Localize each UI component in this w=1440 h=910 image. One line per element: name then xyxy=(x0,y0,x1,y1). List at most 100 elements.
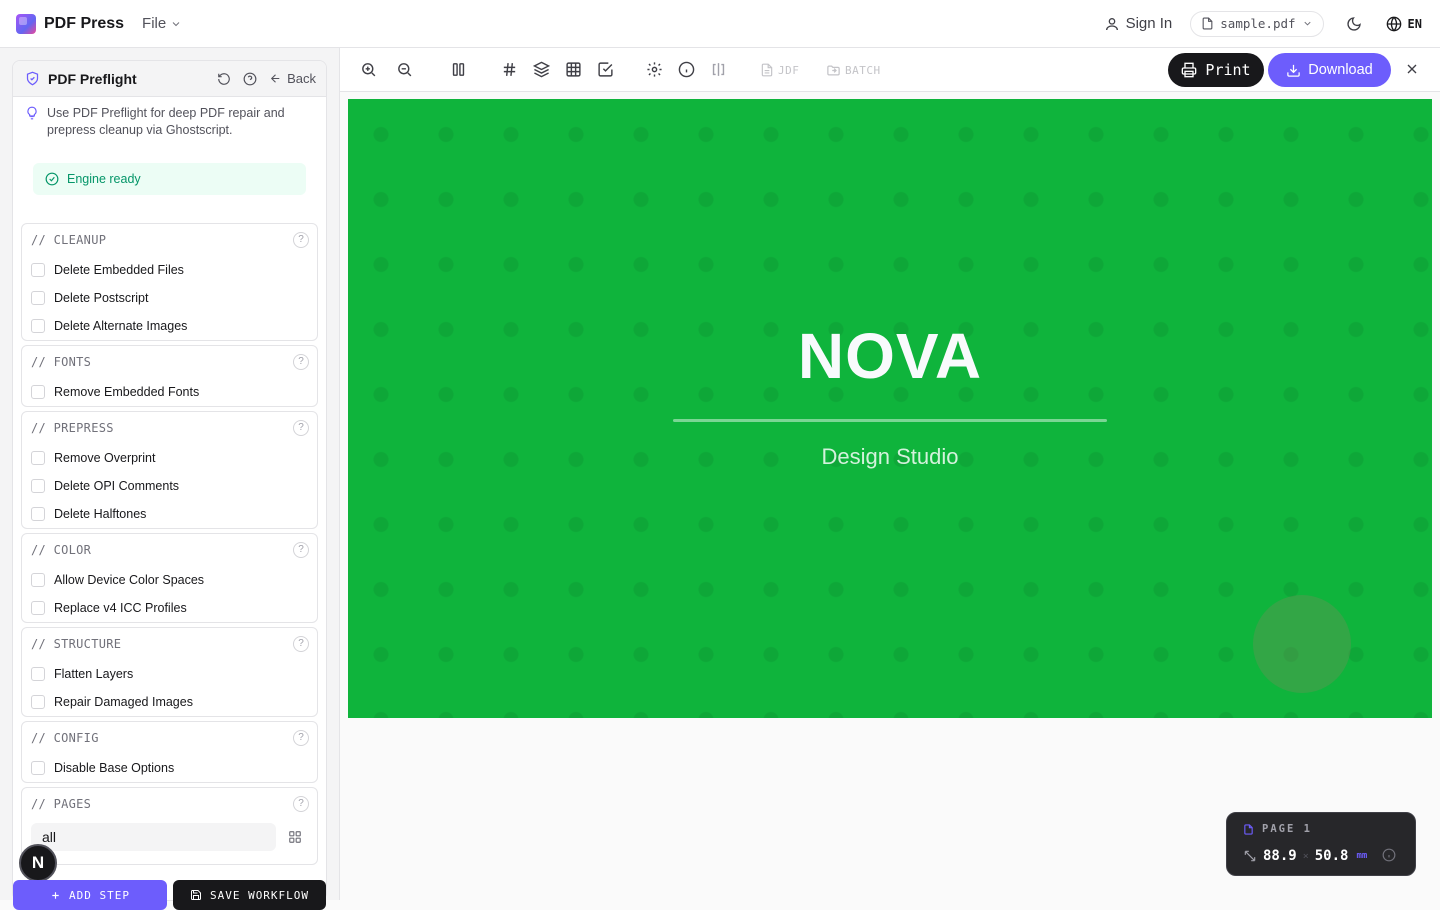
checkbox[interactable] xyxy=(31,667,45,681)
sign-in-label: Sign In xyxy=(1125,15,1173,32)
option-label: Allow Device Color Spaces xyxy=(54,573,205,587)
save-icon xyxy=(190,889,202,901)
help-icon[interactable] xyxy=(243,72,257,86)
checkbox[interactable] xyxy=(31,319,45,333)
document-toolbar: JDF BATCH Print Download xyxy=(340,48,1440,92)
option-label: Delete Alternate Images xyxy=(54,319,188,333)
file-selector[interactable]: sample.pdf xyxy=(1190,10,1324,37)
jdf-button[interactable]: JDF xyxy=(760,63,799,77)
app-header: PDF Press File Sign In sample.pdf EN xyxy=(0,0,1440,48)
panel-title: PDF Preflight xyxy=(48,70,137,87)
option-repair-damaged-images[interactable]: Repair Damaged Images xyxy=(22,688,317,716)
checkbox-check-icon[interactable] xyxy=(597,61,615,79)
brand[interactable]: PDF Press xyxy=(16,13,124,34)
print-button[interactable]: Print xyxy=(1168,53,1264,87)
zoom-in-icon[interactable] xyxy=(360,61,378,79)
layers-icon[interactable] xyxy=(533,61,551,79)
info-icon[interactable] xyxy=(1382,848,1396,862)
checkbox[interactable] xyxy=(31,761,45,775)
section-title: // CONFIG xyxy=(31,731,99,745)
language-selector[interactable]: EN xyxy=(1386,16,1422,32)
option-replace-v4-icc-profiles[interactable]: Replace v4 ICC Profiles xyxy=(22,594,317,622)
gear-icon[interactable] xyxy=(646,61,664,79)
app-logo xyxy=(16,13,36,34)
option-delete-embedded-files[interactable]: Delete Embedded Files xyxy=(22,256,317,284)
option-label: Remove Overprint xyxy=(54,451,156,465)
option-disable-base-options[interactable]: Disable Base Options xyxy=(22,754,317,782)
question-icon[interactable]: ? xyxy=(293,420,309,436)
question-icon[interactable]: ? xyxy=(293,542,309,558)
decorative-circle xyxy=(1253,595,1351,693)
option-flatten-layers[interactable]: Flatten Layers xyxy=(22,660,317,688)
language-label: EN xyxy=(1407,16,1422,31)
batch-label: BATCH xyxy=(845,64,881,77)
option-remove-overprint[interactable]: Remove Overprint xyxy=(22,444,317,472)
checkbox[interactable] xyxy=(31,479,45,493)
document-subtitle: Design Studio xyxy=(821,444,959,469)
section-title: // STRUCTURE xyxy=(31,637,122,651)
engine-status: Engine ready xyxy=(33,163,306,195)
avatar[interactable]: N xyxy=(19,844,57,882)
chevron-down-icon xyxy=(1302,18,1313,29)
file-menu[interactable]: File xyxy=(142,15,182,32)
columns-icon[interactable] xyxy=(450,61,468,79)
checkbox[interactable] xyxy=(31,291,45,305)
table-grid-icon[interactable] xyxy=(565,61,583,79)
dimension-separator: × xyxy=(1302,850,1309,862)
theme-toggle-button[interactable] xyxy=(1346,16,1362,32)
arrow-left-icon xyxy=(269,72,282,85)
option-allow-device-color-spaces[interactable]: Allow Device Color Spaces xyxy=(22,566,317,594)
chevron-down-icon xyxy=(170,18,182,30)
question-icon[interactable]: ? xyxy=(293,354,309,370)
split-view-icon[interactable] xyxy=(710,61,728,79)
section-config: // CONFIG? Disable Base Options xyxy=(21,721,318,783)
preflight-hint: Use PDF Preflight for deep PDF repair an… xyxy=(13,97,326,139)
question-icon[interactable]: ? xyxy=(293,636,309,652)
page-label: PAGE 1 xyxy=(1262,823,1312,835)
question-icon[interactable]: ? xyxy=(293,232,309,248)
close-icon[interactable] xyxy=(1404,61,1420,77)
globe-icon xyxy=(1386,16,1402,32)
option-delete-postscript[interactable]: Delete Postscript xyxy=(22,284,317,312)
grid-icon[interactable] xyxy=(288,830,302,844)
option-delete-halftones[interactable]: Delete Halftones xyxy=(22,500,317,528)
option-delete-alternate-images[interactable]: Delete Alternate Images xyxy=(22,312,317,340)
panel-header: PDF Preflight Back xyxy=(13,61,326,97)
checkbox[interactable] xyxy=(31,695,45,709)
download-icon xyxy=(1286,63,1301,78)
zoom-out-icon[interactable] xyxy=(396,61,414,79)
page-width: 88.9 xyxy=(1263,848,1297,864)
section-title: // COLOR xyxy=(31,543,92,557)
file-name: sample.pdf xyxy=(1220,16,1296,31)
batch-button[interactable]: BATCH xyxy=(826,63,881,78)
pdf-page-preview[interactable]: NOVA Design Studio xyxy=(348,99,1432,718)
info-icon[interactable] xyxy=(678,61,696,79)
option-remove-embedded-fonts[interactable]: Remove Embedded Fonts xyxy=(22,378,317,406)
checkbox[interactable] xyxy=(31,507,45,521)
shield-icon xyxy=(25,71,40,86)
back-button[interactable]: Back xyxy=(269,71,316,86)
checkbox[interactable] xyxy=(31,601,45,615)
checkbox[interactable] xyxy=(31,573,45,587)
reset-icon[interactable] xyxy=(217,72,231,86)
add-step-button[interactable]: ADD STEP xyxy=(13,880,167,910)
checkbox[interactable] xyxy=(31,451,45,465)
lightbulb-icon xyxy=(25,106,39,139)
plus-icon xyxy=(50,890,61,901)
section-title: // FONTS xyxy=(31,355,92,369)
option-label: Delete Embedded Files xyxy=(54,263,184,277)
save-workflow-button[interactable]: SAVE WORKFLOW xyxy=(173,880,326,910)
section-prepress: // PREPRESS? Remove Overprint Delete OPI… xyxy=(21,411,318,529)
question-icon[interactable]: ? xyxy=(293,730,309,746)
pages-input[interactable]: all xyxy=(31,823,276,851)
section-title: // CLEANUP xyxy=(31,233,107,247)
sign-in-button[interactable]: Sign In xyxy=(1104,15,1173,32)
option-label: Flatten Layers xyxy=(54,667,134,681)
option-delete-opi-comments[interactable]: Delete OPI Comments xyxy=(22,472,317,500)
file-icon xyxy=(1201,17,1214,30)
checkbox[interactable] xyxy=(31,385,45,399)
download-button[interactable]: Download xyxy=(1268,53,1391,87)
checkbox[interactable] xyxy=(31,263,45,277)
question-icon[interactable]: ? xyxy=(293,796,309,812)
hash-icon[interactable] xyxy=(501,61,519,79)
